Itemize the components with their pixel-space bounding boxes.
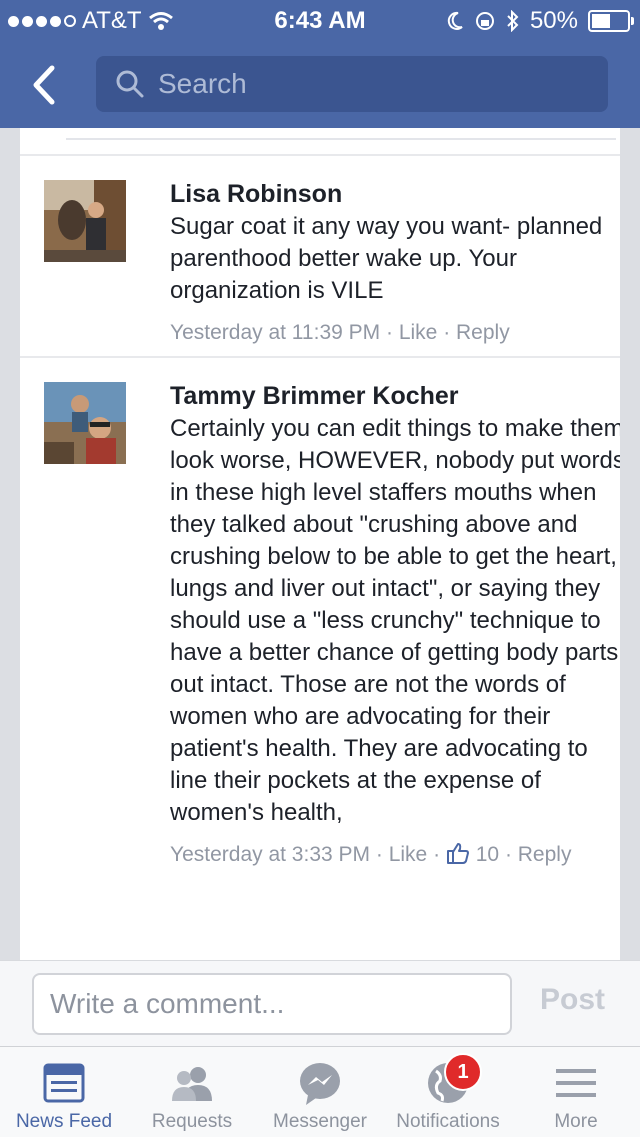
- comment-text: Certainly you can edit things to make th…: [170, 415, 620, 826]
- comments-list: Lisa Robinson Sugar coat it any way you …: [20, 128, 620, 960]
- tab-requests[interactable]: Requests: [128, 1053, 256, 1133]
- battery-icon: [588, 10, 634, 32]
- like-count[interactable]: 10: [476, 843, 499, 866]
- tab-label: Messenger: [273, 1111, 367, 1132]
- commenter-name[interactable]: Tammy Brimmer Kocher: [170, 382, 620, 411]
- like-link[interactable]: Like: [389, 843, 428, 866]
- notification-badge: 1: [444, 1053, 482, 1091]
- reply-link[interactable]: Reply: [456, 321, 510, 344]
- avatar[interactable]: [44, 180, 126, 262]
- tab-label: Notifications: [396, 1111, 500, 1132]
- comment-composer: Write a comment... Post: [0, 960, 640, 1047]
- comment-meta: Yesterday at 3:33 PM · Like · 10 · Reply: [170, 843, 572, 866]
- tab-bar: News Feed Requests Messenger 1 Notificat…: [0, 1046, 640, 1137]
- avatar[interactable]: [44, 382, 126, 464]
- battery-label: 50%: [529, 7, 578, 34]
- search-input[interactable]: Search: [96, 56, 608, 112]
- comment-meta: Yesterday at 11:39 PM · Like · Reply: [170, 321, 510, 344]
- commenter-name[interactable]: Lisa Robinson: [170, 180, 620, 209]
- tab-news-feed[interactable]: News Feed: [0, 1053, 128, 1133]
- like-link[interactable]: Like: [399, 321, 438, 344]
- news-feed-icon: [43, 1063, 85, 1103]
- search-icon: [116, 70, 144, 98]
- rotation-lock-icon: [475, 12, 494, 30]
- comment-placeholder: Write a comment...: [50, 988, 285, 1019]
- search-placeholder: Search: [158, 68, 247, 99]
- tab-label: More: [554, 1111, 598, 1132]
- top-bar: AT&T 6:43 AM 50% Search: [0, 0, 640, 128]
- tab-label: Requests: [151, 1111, 233, 1132]
- comment-timestamp[interactable]: Yesterday at 11:39 PM: [170, 321, 380, 344]
- back-arrow-icon[interactable]: [26, 58, 66, 112]
- menu-icon: [556, 1069, 596, 1097]
- comment-timestamp[interactable]: Yesterday at 3:33 PM: [170, 843, 370, 866]
- reply-link[interactable]: Reply: [518, 843, 572, 866]
- tab-notifications[interactable]: 1 Notifications: [384, 1053, 512, 1133]
- status-bar: AT&T 6:43 AM 50%: [0, 0, 640, 40]
- tab-more[interactable]: More: [512, 1053, 640, 1133]
- friend-requests-icon: [172, 1067, 212, 1101]
- tab-label: News Feed: [15, 1111, 113, 1132]
- post-button[interactable]: Post: [540, 983, 605, 1017]
- bluetooth-icon: [507, 10, 519, 32]
- thumbs-up-icon: [446, 843, 469, 864]
- messenger-icon: [300, 1063, 340, 1105]
- comment-input[interactable]: Write a comment...: [32, 973, 512, 1035]
- moon-icon: [447, 11, 463, 30]
- comment-text: Sugar coat it any way you want- planned …: [170, 213, 603, 304]
- tab-messenger[interactable]: Messenger: [256, 1053, 384, 1133]
